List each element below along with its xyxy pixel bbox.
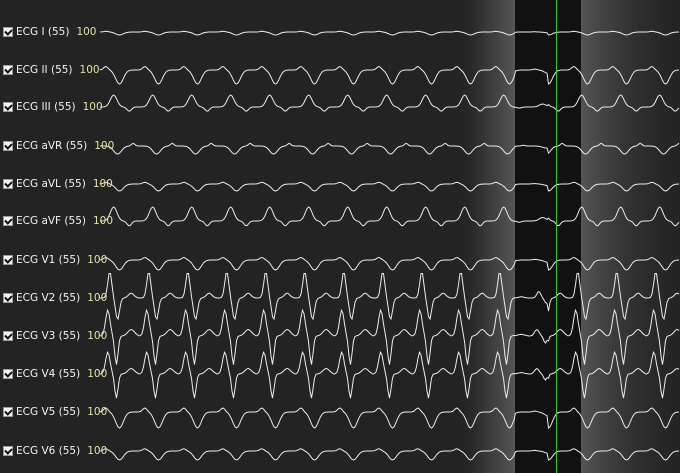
lead-name: ECG V2 (55) xyxy=(16,292,81,304)
lead-name: ECG aVF (55) xyxy=(16,215,86,227)
lead-checkbox[interactable] xyxy=(3,179,13,189)
lead-checkbox[interactable] xyxy=(3,369,13,379)
lead-scale-value[interactable]: 100 xyxy=(87,406,107,418)
lead-label-avf[interactable]: ECG aVF (55) 100 xyxy=(3,213,113,229)
lead-label-v5[interactable]: ECG V5 (55) 100 xyxy=(3,404,107,420)
lead-name: ECG V5 (55) xyxy=(16,406,81,418)
lead-label-v3[interactable]: ECG V3 (55) 100 xyxy=(3,328,107,344)
lead-scale-value[interactable]: 100 xyxy=(93,215,113,227)
lead-name: ECG II (55) xyxy=(16,64,73,76)
lead-scale-value[interactable]: 100 xyxy=(87,254,107,266)
lead-name: ECG aVL (55) xyxy=(16,178,86,190)
lead-label-v6[interactable]: ECG V6 (55) 100 xyxy=(3,443,107,459)
lead-label-i[interactable]: ECG I (55) 100 xyxy=(3,24,96,40)
lead-name: ECG aVR (55) xyxy=(16,140,88,152)
lead-name: ECG V1 (55) xyxy=(16,254,81,266)
lead-name: ECG III (55) xyxy=(16,101,76,113)
lead-checkbox[interactable] xyxy=(3,102,13,112)
lead-label-v4[interactable]: ECG V4 (55) 100 xyxy=(3,366,107,382)
lead-label-v1[interactable]: ECG V1 (55) 100 xyxy=(3,252,107,268)
lead-checkbox[interactable] xyxy=(3,27,13,37)
lead-scale-value[interactable]: 100 xyxy=(87,330,107,342)
lead-scale-value[interactable]: 100 xyxy=(93,178,113,190)
lead-scale-value[interactable]: 100 xyxy=(76,26,96,38)
lead-checkbox[interactable] xyxy=(3,331,13,341)
lead-scale-value[interactable]: 100 xyxy=(87,445,107,457)
lead-label-avl[interactable]: ECG aVL (55) 100 xyxy=(3,176,113,192)
lead-name: ECG I (55) xyxy=(16,26,70,38)
lead-label-v2[interactable]: ECG V2 (55) 100 xyxy=(3,290,107,306)
lead-scale-value[interactable]: 100 xyxy=(83,101,103,113)
lead-checkbox[interactable] xyxy=(3,255,13,265)
lead-name: ECG V3 (55) xyxy=(16,330,81,342)
lead-name: ECG V6 (55) xyxy=(16,445,81,457)
lead-checkbox[interactable] xyxy=(3,141,13,151)
ecg-waveform-canvas[interactable] xyxy=(0,0,680,473)
lead-label-iii[interactable]: ECG III (55) 100 xyxy=(3,99,103,115)
lead-name: ECG V4 (55) xyxy=(16,368,81,380)
lead-label-ii[interactable]: ECG II (55) 100 xyxy=(3,62,100,78)
lead-checkbox[interactable] xyxy=(3,293,13,303)
lead-scale-value[interactable]: 100 xyxy=(80,64,100,76)
ecg-viewer: ECG I (55) 100 ECG II (55) 100 ECG III (… xyxy=(0,0,680,473)
lead-label-avr[interactable]: ECG aVR (55) 100 xyxy=(3,138,114,154)
lead-checkbox[interactable] xyxy=(3,216,13,226)
lead-scale-value[interactable]: 100 xyxy=(87,292,107,304)
lead-scale-value[interactable]: 100 xyxy=(94,140,114,152)
lead-checkbox[interactable] xyxy=(3,446,13,456)
lead-checkbox[interactable] xyxy=(3,65,13,75)
lead-scale-value[interactable]: 100 xyxy=(87,368,107,380)
lead-checkbox[interactable] xyxy=(3,407,13,417)
